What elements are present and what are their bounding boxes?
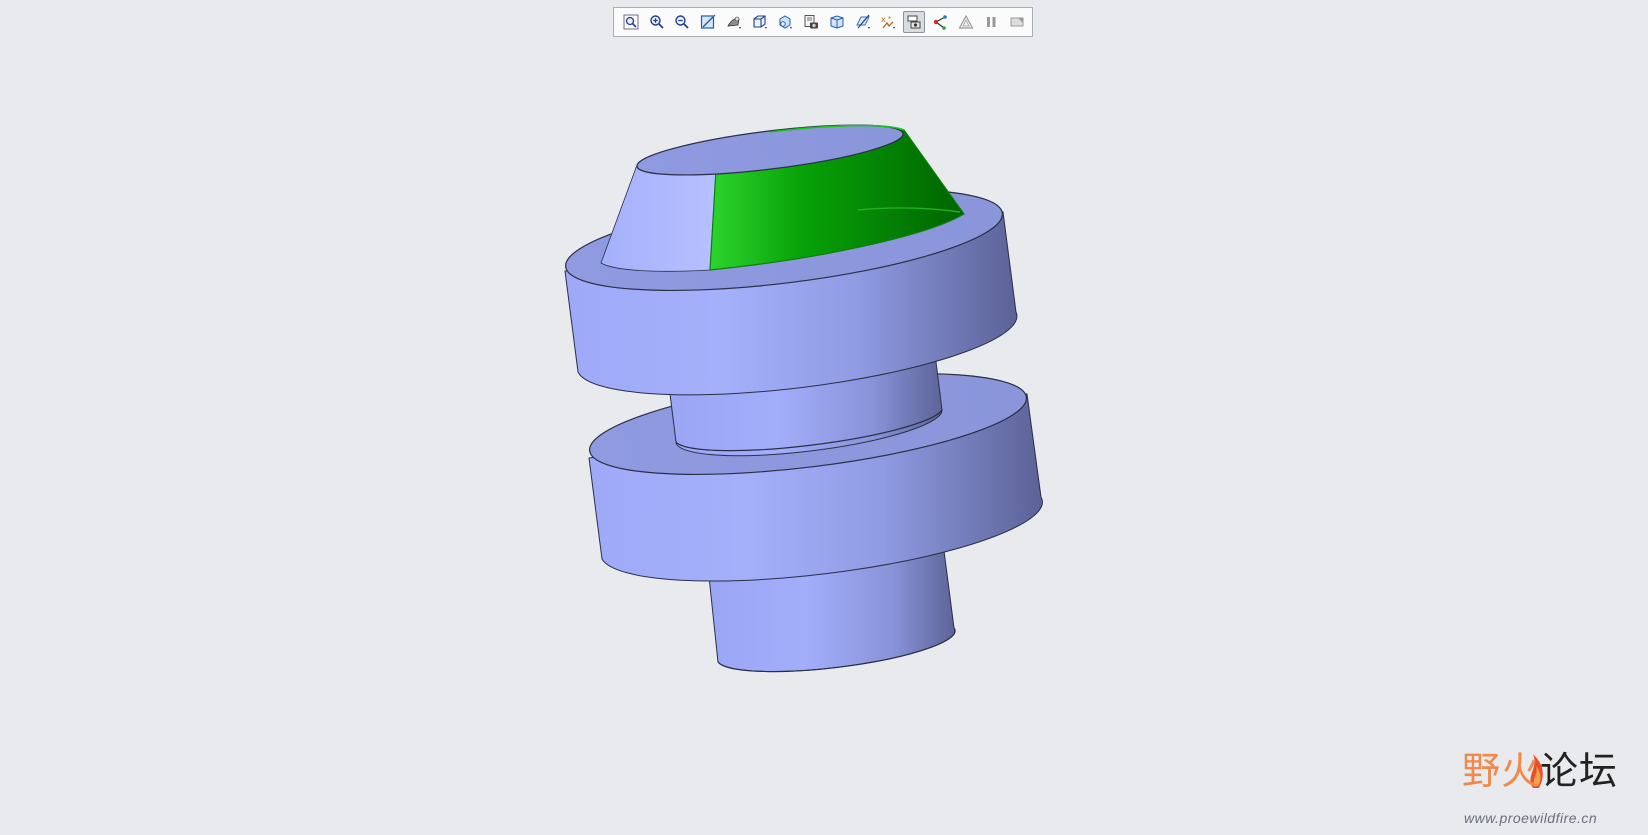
shading-icon	[727, 16, 741, 29]
graphics-toolbar: x *	[613, 7, 1033, 37]
zoom-fit-icon	[623, 14, 639, 30]
saved-orientations-button[interactable]	[749, 11, 771, 33]
view-manager-button[interactable]	[775, 11, 797, 33]
watermark-title-wild: 野火	[1462, 749, 1541, 793]
selection-icon	[907, 15, 921, 29]
view-manager-icon	[779, 15, 793, 29]
perspective-button[interactable]	[826, 11, 848, 33]
flag-icon	[1010, 17, 1024, 27]
camera-icon	[804, 15, 819, 29]
simplify-button[interactable]	[955, 11, 977, 33]
watermark-url: www.proewildfire.cn	[1464, 810, 1598, 826]
svg-text:x: x	[881, 15, 886, 24]
annotation-icon: x *	[881, 15, 896, 29]
datum-display-button[interactable]	[852, 11, 874, 33]
graphics-viewport[interactable]: x * 野火论坛 www.proewildfire.cn	[0, 0, 1648, 835]
forum-watermark: 野火论坛 www.proewildfire.cn	[1460, 752, 1640, 832]
flag-button[interactable]	[1006, 11, 1028, 33]
watermark-title: 野火论坛	[1462, 752, 1618, 790]
watermark-title-forum: 论坛	[1540, 749, 1619, 793]
datum-plane-icon	[855, 14, 870, 29]
zoom-in-icon	[649, 15, 664, 29]
repaint-icon	[701, 14, 716, 29]
svg-text:*: *	[888, 15, 892, 23]
zoom-out-button[interactable]	[672, 11, 694, 33]
pause-button[interactable]	[981, 11, 1003, 33]
display-style-button[interactable]	[723, 11, 745, 33]
refit-button[interactable]	[620, 11, 642, 33]
repaint-button[interactable]	[697, 11, 719, 33]
zoom-in-button[interactable]	[646, 11, 668, 33]
annotation-display-button[interactable]: x *	[878, 11, 900, 33]
spin-center-icon	[933, 15, 947, 30]
cube-orientation-icon	[753, 15, 767, 29]
zoom-out-icon	[675, 15, 690, 29]
appearance-button[interactable]	[800, 11, 822, 33]
pause-icon	[987, 17, 996, 27]
spin-center-button[interactable]	[929, 11, 951, 33]
select-mode-button[interactable]	[903, 11, 925, 33]
part-model[interactable]	[0, 0, 1648, 835]
perspective-cube-icon	[830, 15, 844, 29]
triangle-icon	[958, 14, 974, 29]
